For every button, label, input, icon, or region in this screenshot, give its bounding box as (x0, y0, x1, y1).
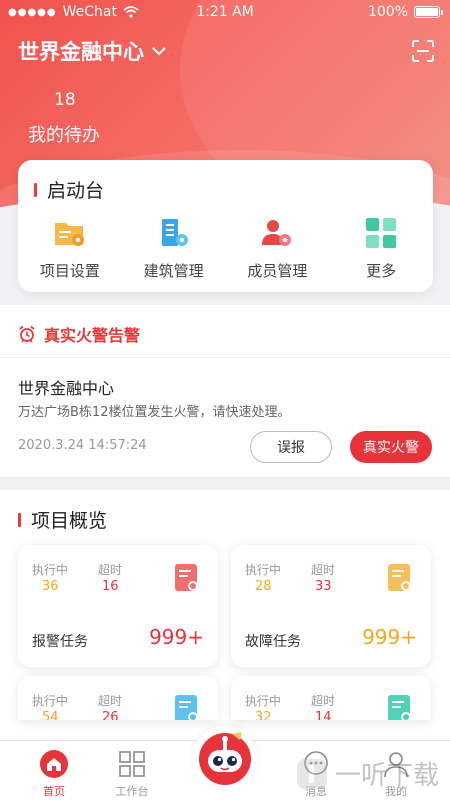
overdue-count: 14 (315, 710, 332, 720)
in-progress-label: 执行中 (245, 694, 282, 708)
launchpad-title: 启动台 (34, 176, 104, 203)
overview-card[interactable]: 执行中 超时 28 33 故障任务 999+ (231, 545, 431, 667)
project-switcher[interactable]: 世界金融中心 (18, 36, 166, 66)
task-type-name: 故障任务 (245, 634, 301, 650)
overdue-label: 超时 (98, 694, 123, 708)
false-alarm-button[interactable]: 误报 (250, 431, 332, 463)
battery-percent: 100% (367, 4, 408, 20)
robot-assistant-icon (199, 732, 251, 785)
launchpad-card: 启动台 项目设置 建筑管理 成员管理 更多 (18, 160, 433, 292)
building-settings-icon (161, 219, 188, 246)
fire-alarm-panel: 真实火警告警 世界金融中心 万达广场B栋12楼位置发生火警，请快速处理。 202… (0, 305, 450, 477)
in-progress-count: 36 (42, 579, 59, 594)
overview-card[interactable]: 执行中 超时 36 16 报警任务 999+ (18, 545, 218, 667)
overview-title: 项目概览 (18, 506, 107, 533)
watermark: 一听下载 (295, 755, 439, 792)
task-document-icon (175, 695, 198, 720)
launch-item-project-settings[interactable]: 项目设置 (18, 216, 122, 281)
watermark-logo-icon (297, 758, 327, 789)
home-icon (40, 750, 68, 778)
alarm-location: 世界金融中心 (18, 379, 115, 398)
in-progress-label: 执行中 (245, 563, 282, 577)
task-type-name: 报警任务 (32, 634, 88, 650)
in-progress-count: 32 (255, 710, 272, 720)
in-progress-count: 28 (255, 579, 272, 594)
status-bar: ●●●●● WeChat 1:21 AM 100% (0, 0, 450, 24)
overdue-label: 超时 (98, 563, 123, 577)
overdue-label: 超时 (311, 563, 336, 577)
real-fire-button[interactable]: 真实火警 (350, 431, 432, 463)
launch-item-more[interactable]: 更多 (329, 216, 433, 281)
overview-card[interactable]: 执行中 超时 54 26 (18, 676, 218, 720)
alarm-clock-icon (19, 325, 35, 343)
task-document-icon (175, 564, 198, 591)
divider (0, 357, 450, 358)
alarm-header: 真实火警告警 (18, 322, 140, 346)
task-total: 999+ (149, 625, 204, 649)
task-document-icon (388, 695, 411, 720)
in-progress-count: 54 (42, 710, 59, 720)
todo-label[interactable]: 我的待办 (28, 121, 100, 147)
task-total: 999+ (362, 625, 417, 649)
tab-home[interactable]: 首页 (24, 749, 84, 799)
battery-icon (414, 6, 443, 18)
overdue-count: 26 (102, 710, 119, 720)
grid-more-icon (366, 218, 397, 248)
chevron-down-icon (152, 47, 166, 56)
folder-settings-icon (54, 223, 84, 246)
overview-card[interactable]: 执行中 超时 32 14 (231, 676, 431, 720)
launch-item-member-management[interactable]: 成员管理 (226, 216, 330, 281)
in-progress-label: 执行中 (32, 563, 69, 577)
alarm-message: 万达广场B栋12楼位置发生火警，请快速处理。 (18, 405, 291, 420)
overdue-count: 16 (102, 579, 119, 594)
assistant-button[interactable] (192, 726, 258, 792)
workbench-grid-icon (119, 751, 145, 777)
page-title: 世界金融中心 (18, 40, 144, 64)
launch-item-building-management[interactable]: 建筑管理 (122, 216, 226, 281)
members-settings-icon (262, 220, 292, 246)
alarm-timestamp: 2020.3.24 14:57:24 (18, 438, 147, 453)
in-progress-label: 执行中 (32, 694, 69, 708)
scan-icon[interactable] (412, 40, 434, 62)
overdue-count: 33 (315, 579, 332, 594)
task-document-icon (388, 564, 411, 591)
todo-count[interactable]: 18 (54, 90, 76, 110)
tab-workbench[interactable]: 工作台 (102, 749, 162, 799)
overdue-label: 超时 (311, 694, 336, 708)
